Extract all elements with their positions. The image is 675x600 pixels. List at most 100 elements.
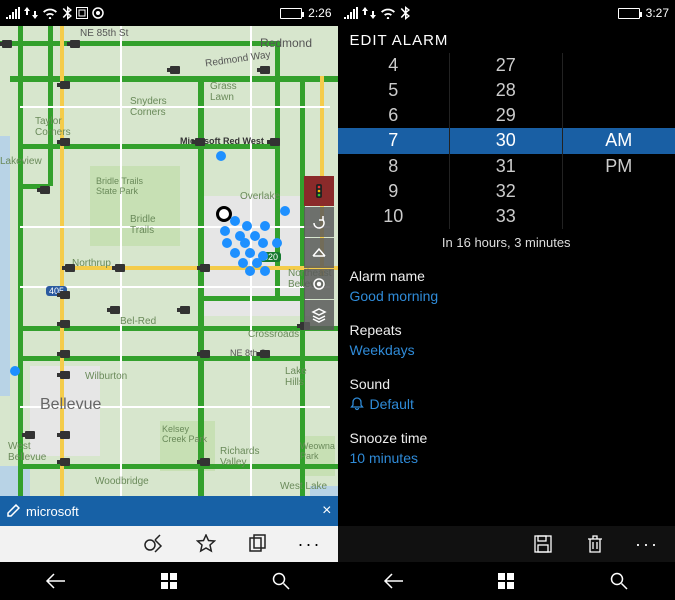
picker-cell[interactable]: 6 [338, 103, 451, 128]
search-button[interactable] [269, 569, 293, 593]
hour-column[interactable]: 45678910 [338, 53, 451, 229]
time-picker[interactable]: 45678910 27282930313233 AMPM [338, 53, 675, 229]
bluetooth-icon [400, 6, 410, 20]
collections-button[interactable] [246, 532, 270, 556]
camera-icon [2, 40, 12, 48]
sound-field[interactable]: Sound Default [350, 368, 664, 422]
camera-icon [260, 66, 270, 74]
poi-icon[interactable] [10, 366, 20, 376]
picker-cell[interactable]: AM [563, 128, 675, 153]
minute-column[interactable]: 27282930313233 [450, 53, 563, 229]
picker-cell[interactable]: PM [563, 154, 675, 179]
picker-cell[interactable]: 10 [338, 204, 451, 229]
favorites-button[interactable] [194, 532, 218, 556]
poi-icon[interactable] [220, 226, 230, 236]
battery-icon [280, 8, 302, 19]
map-label: Bridle Trails [130, 214, 156, 236]
picker-cell[interactable]: 4 [338, 53, 451, 78]
clock-text: 3:27 [646, 6, 669, 20]
picker-cell[interactable] [563, 204, 675, 229]
nav-bar-right [338, 562, 675, 600]
alarm-name-field[interactable]: Alarm name Good morning [350, 260, 664, 314]
search-button[interactable] [607, 569, 631, 593]
picker-cell[interactable]: 29 [450, 103, 563, 128]
picker-cell[interactable]: 9 [338, 179, 451, 204]
poi-icon[interactable] [280, 206, 290, 216]
back-button[interactable] [382, 569, 406, 593]
picker-cell[interactable]: 31 [450, 154, 563, 179]
picker-cell[interactable]: 8 [338, 154, 451, 179]
battery-icon [618, 8, 640, 19]
map-label: Snyders Corners [130, 96, 167, 118]
start-button[interactable] [157, 569, 181, 593]
app-bar-alarm: ··· [338, 526, 675, 562]
map-canvas[interactable]: NE 85th St Redmond Redmond Way Grass Law… [0, 26, 338, 496]
poi-icon[interactable] [260, 221, 270, 231]
picker-cell[interactable]: 5 [338, 78, 451, 103]
map-label: Lake Hills [285, 366, 307, 388]
poi-icon[interactable] [272, 238, 282, 248]
start-button[interactable] [494, 569, 518, 593]
map-controls [304, 176, 334, 330]
poi-icon[interactable] [245, 266, 255, 276]
poi-icon[interactable] [240, 238, 250, 248]
more-button[interactable]: ··· [635, 532, 659, 556]
camera-icon [200, 458, 210, 466]
poi-icon[interactable] [230, 248, 240, 258]
picker-cell[interactable] [563, 179, 675, 204]
picker-cell[interactable]: 7 [338, 128, 451, 153]
back-button[interactable] [44, 569, 68, 593]
picker-cell[interactable]: 32 [450, 179, 563, 204]
picker-cell[interactable] [563, 103, 675, 128]
camera-icon [60, 291, 70, 299]
layers-button[interactable] [304, 300, 334, 330]
map-label: West Bellevue [8, 441, 46, 463]
clear-search-button[interactable]: × [322, 502, 331, 520]
snooze-field[interactable]: Snooze time 10 minutes [350, 422, 664, 476]
poi-icon[interactable] [216, 151, 226, 161]
camera-icon [60, 320, 70, 328]
traffic-toggle-button[interactable] [304, 176, 334, 206]
clock-text: 2:26 [308, 6, 331, 20]
camera-icon [40, 186, 50, 194]
tilt-button[interactable] [304, 238, 334, 268]
poi-icon[interactable] [260, 266, 270, 276]
search-bar: × [0, 496, 338, 526]
picker-cell[interactable]: 33 [450, 204, 563, 229]
data-icon [362, 7, 376, 19]
countdown-text: In 16 hours, 3 minutes [338, 229, 675, 260]
search-input[interactable] [26, 504, 316, 519]
directions-button[interactable] [142, 532, 166, 556]
edit-icon [6, 504, 20, 518]
poi-icon[interactable] [230, 216, 240, 226]
poi-icon[interactable] [242, 221, 252, 231]
bluetooth-icon [62, 6, 72, 20]
locate-me-button[interactable] [304, 269, 334, 299]
nav-bar-left [0, 562, 338, 600]
bell-icon [350, 397, 364, 411]
status-bar-left: 2:26 [0, 0, 338, 26]
ampm-column[interactable]: AMPM [563, 53, 675, 229]
picker-cell[interactable]: 30 [450, 128, 563, 153]
picker-cell[interactable]: 28 [450, 78, 563, 103]
camera-icon [60, 371, 70, 379]
rotate-button[interactable] [304, 207, 334, 237]
picker-cell[interactable]: 27 [450, 53, 563, 78]
repeats-field[interactable]: Repeats Weekdays [350, 314, 664, 368]
camera-icon [115, 264, 125, 272]
camera-icon [170, 66, 180, 74]
poi-icon[interactable] [258, 238, 268, 248]
map-label: West Lake [280, 481, 327, 492]
poi-icon[interactable] [222, 238, 232, 248]
poi-icon[interactable] [245, 248, 255, 258]
save-button[interactable] [531, 532, 555, 556]
more-button[interactable]: ··· [298, 532, 322, 556]
field-label: Snooze time [350, 430, 664, 446]
camera-icon [60, 81, 70, 89]
map-label: Woodbridge [95, 476, 149, 487]
delete-button[interactable] [583, 532, 607, 556]
signal-icon [344, 7, 358, 19]
picker-cell[interactable] [563, 53, 675, 78]
picker-cell[interactable] [563, 78, 675, 103]
status-bar-right: 3:27 [338, 0, 675, 26]
